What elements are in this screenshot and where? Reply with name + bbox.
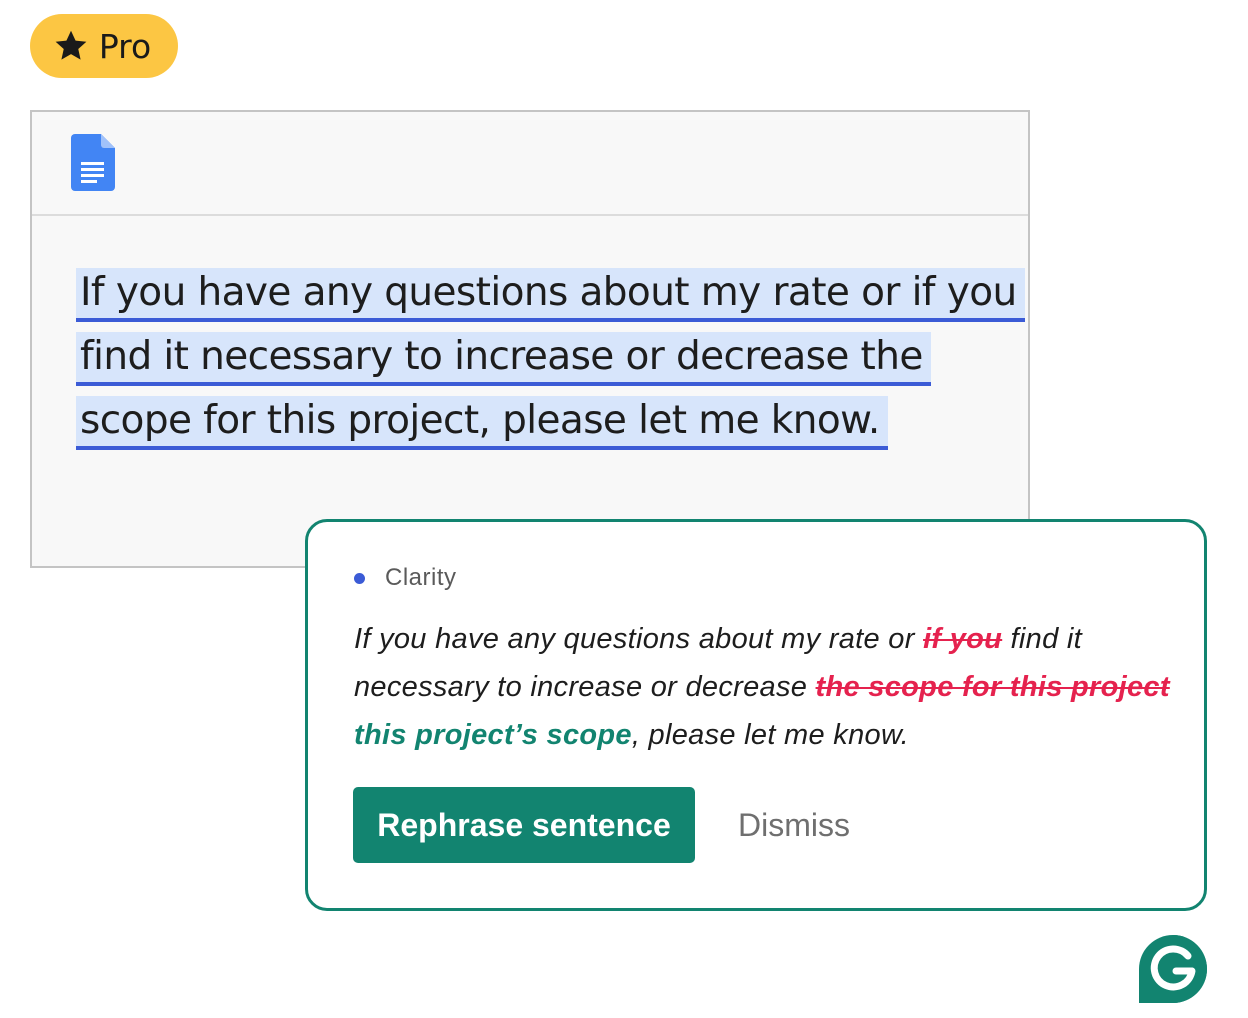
document-text[interactable]: If you have any questions about my rate … <box>76 268 1025 460</box>
highlighted-line: find it necessary to increase or decreas… <box>76 332 931 386</box>
document-panel: If you have any questions about my rate … <box>30 110 1030 568</box>
highlighted-line: If you have any questions about my rate … <box>76 268 1025 322</box>
document-header <box>32 112 1028 216</box>
pro-label: Pro <box>98 26 152 66</box>
deleted-text: if you <box>923 623 1003 655</box>
unchanged-text: If you have any questions about my rate … <box>354 623 924 655</box>
inserted-text: this project’s scope <box>354 719 632 751</box>
google-docs-icon <box>71 134 115 191</box>
category-text: Clarity <box>385 564 457 591</box>
category-dot-icon <box>354 572 365 584</box>
category-label: Clarity <box>354 564 457 592</box>
pro-badge: Pro <box>30 14 178 78</box>
dismiss-button[interactable]: Dismiss <box>732 787 856 863</box>
unchanged-text: , please let me know. <box>631 719 909 751</box>
grammarly-logo-icon <box>1139 935 1207 1003</box>
rephrase-sentence-button[interactable]: Rephrase sentence <box>353 787 695 863</box>
star-icon <box>55 30 87 60</box>
highlighted-line: scope for this project, please let me kn… <box>76 396 888 450</box>
deleted-text: the scope for this project <box>815 671 1170 703</box>
suggestion-text: If you have any questions about my rate … <box>354 615 1174 759</box>
suggestion-card: Clarity If you have any questions about … <box>305 519 1207 911</box>
